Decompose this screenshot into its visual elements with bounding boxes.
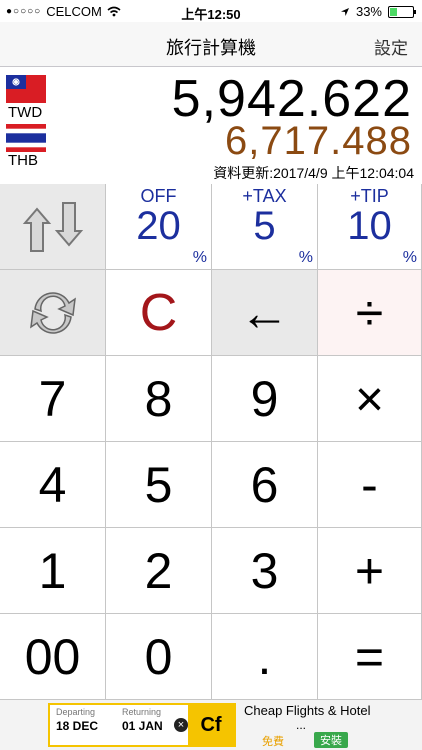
refresh-icon — [29, 291, 76, 334]
tax-value: 5 — [253, 204, 276, 248]
nav-bar: 旅行計算機 設定 — [0, 22, 422, 67]
off-percent-sign: % — [192, 249, 207, 266]
tip-button[interactable]: +TIP 10 % — [318, 184, 422, 270]
battery-percent: 33% — [355, 4, 382, 19]
taiwan-flag-icon[interactable] — [6, 75, 46, 103]
ad-departing-label: Departing — [56, 707, 96, 717]
ad-returning-label: Returning — [122, 707, 162, 717]
double-zero-button[interactable]: 00 — [0, 614, 106, 700]
backspace-button[interactable]: ← — [212, 270, 318, 356]
digit-3-button[interactable]: 3 — [212, 528, 318, 614]
ad-departing-date: 18 DEC — [56, 719, 99, 733]
refresh-rate-button[interactable] — [0, 270, 106, 356]
digit-6-button[interactable]: 6 — [212, 442, 318, 528]
from-currency-code[interactable]: TWD — [8, 104, 42, 121]
settings-button[interactable]: 設定 — [374, 34, 408, 59]
ad-returning-date: 01 JAN — [122, 719, 163, 733]
divide-button[interactable]: ÷ — [318, 270, 422, 356]
rate-updated-time: 資料更新:2017/4/9 上午12:04:04 — [213, 165, 414, 181]
digit-2-button[interactable]: 2 — [106, 528, 212, 614]
digit-7-button[interactable]: 7 — [0, 356, 106, 442]
swap-arrows-icon — [22, 201, 83, 252]
decimal-button[interactable]: . — [212, 614, 318, 700]
digit-8-button[interactable]: 8 — [106, 356, 212, 442]
status-right: 33% — [340, 4, 416, 19]
to-amount: 6,717.488 — [225, 119, 412, 163]
battery-icon — [388, 5, 416, 18]
ad-logo: Cf — [188, 703, 234, 747]
status-bar: ●○○○○ CELCOM 上午12:50 33% — [0, 0, 422, 22]
keypad: OFF 20 % +TAX 5 % +TIP 10 % C ← ÷ 7 8 9 … — [0, 184, 422, 700]
page-title: 旅行計算機 — [166, 38, 256, 58]
ad-banner[interactable]: Departing 18 DEC Returning 01 JAN × Cf C… — [0, 700, 422, 750]
ad-install-button[interactable]: 安裝 — [314, 732, 348, 748]
off-value: 20 — [136, 204, 181, 248]
equals-button[interactable]: = — [318, 614, 422, 700]
ad-title: Cheap Flights & Hotel — [244, 703, 371, 718]
multiply-button[interactable]: × — [318, 356, 422, 442]
plus-button[interactable]: + — [318, 528, 422, 614]
discount-off-button[interactable]: OFF 20 % — [106, 184, 212, 270]
location-arrow-icon — [340, 7, 349, 16]
currency-display: TWD THB 5,942.622 6,717.488 資料更新:2017/4/… — [0, 67, 422, 184]
minus-button[interactable]: - — [318, 442, 422, 528]
to-currency-code[interactable]: THB — [8, 152, 38, 169]
swap-currency-button[interactable] — [0, 184, 106, 270]
ad-free-label: 免費 — [262, 736, 284, 748]
digit-4-button[interactable]: 4 — [0, 442, 106, 528]
thailand-flag-icon[interactable] — [6, 124, 46, 152]
clear-button[interactable]: C — [106, 270, 212, 356]
digit-0-button[interactable]: 0 — [106, 614, 212, 700]
digit-9-button[interactable]: 9 — [212, 356, 318, 442]
ad-close-icon[interactable]: × — [174, 718, 188, 732]
tax-percent-sign: % — [298, 249, 313, 266]
tip-percent-sign: % — [402, 249, 417, 266]
digit-5-button[interactable]: 5 — [106, 442, 212, 528]
tax-button[interactable]: +TAX 5 % — [212, 184, 318, 270]
digit-1-button[interactable]: 1 — [0, 528, 106, 614]
tip-value: 10 — [347, 204, 392, 248]
ad-ellipsis: ... — [296, 718, 307, 732]
